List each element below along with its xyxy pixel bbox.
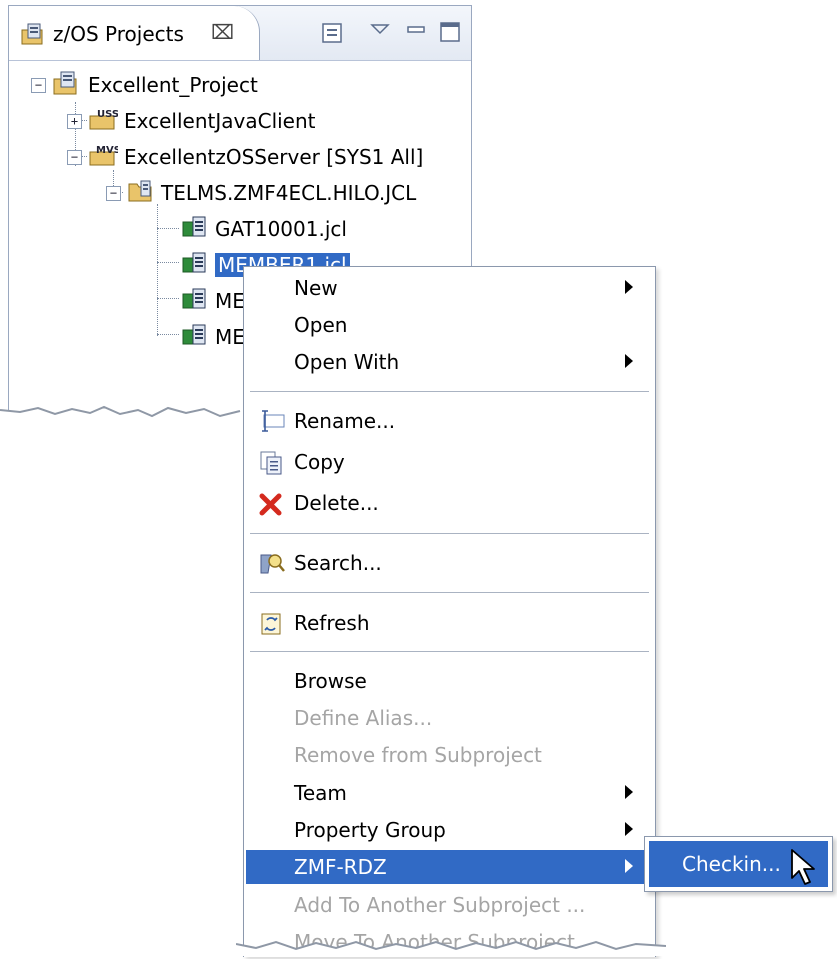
menu-item-define-alias: Define Alias...: [294, 706, 433, 730]
close-icon[interactable]: ⌧: [211, 20, 234, 44]
menu-item-delete[interactable]: Delete...: [246, 486, 653, 520]
refresh-icon: [258, 611, 286, 642]
collapse-all-icon[interactable]: [321, 21, 345, 50]
collapse-toggle-icon[interactable]: −: [67, 149, 82, 165]
submenu-arrow-icon: [625, 785, 633, 799]
project-folder-icon: [52, 70, 82, 101]
menu-separator: [250, 592, 649, 594]
tree-item-dataset[interactable]: − TELMS.ZMF4ECL.HILO.JCL: [106, 178, 416, 208]
jcl-member-icon: [181, 250, 209, 281]
search-icon: [258, 551, 286, 582]
expand-toggle-icon[interactable]: +: [67, 113, 82, 129]
view-tab-bar: z/OS Projects ⌧: [9, 6, 471, 61]
menu-item-search[interactable]: Search...: [246, 546, 653, 580]
maximize-icon[interactable]: [439, 21, 461, 48]
svg-text:USS: USS: [97, 109, 118, 120]
menu-item-remove-from-subproject: Remove from Subproject: [294, 743, 542, 767]
menu-item-team[interactable]: Team: [246, 776, 653, 810]
tree-item-label: ExcellentzOSServer [SYS1 All]: [124, 145, 424, 169]
menu-item-property-group[interactable]: Property Group: [246, 813, 653, 847]
submenu-arrow-icon: [625, 354, 633, 368]
tree-item-server[interactable]: − MVS ExcellentzOSServer [SYS1 All]: [67, 142, 423, 172]
tree-item-label: Excellent_Project: [88, 73, 258, 97]
tab-zos-projects[interactable]: z/OS Projects ⌧: [9, 6, 260, 60]
tree-item-member[interactable]: ME: [181, 286, 245, 316]
dataset-folder-icon: [127, 178, 155, 209]
delete-icon: [258, 491, 284, 522]
zos-projects-icon: [19, 22, 47, 51]
menu-item-rename[interactable]: Rename...: [246, 404, 653, 438]
minimize-icon[interactable]: [406, 21, 428, 46]
tab-title: z/OS Projects: [53, 22, 184, 46]
uss-project-icon: USS: [88, 106, 119, 137]
torn-edge-decoration: [236, 940, 666, 956]
tree-item-project[interactable]: − Excellent_Project: [31, 70, 258, 100]
tree-item-label: ExcellentJavaClient: [124, 109, 316, 133]
menu-item-refresh[interactable]: Refresh: [246, 606, 653, 640]
svg-text:MVS: MVS: [96, 145, 118, 156]
menu-item-open[interactable]: Open: [246, 308, 653, 342]
jcl-member-icon: [181, 322, 209, 353]
mouse-pointer-icon: [791, 849, 815, 885]
tree-item-member[interactable]: ME: [181, 322, 245, 352]
menu-separator: [250, 651, 649, 653]
menu-item-browse[interactable]: Browse: [246, 664, 653, 698]
jcl-member-icon: [181, 286, 209, 317]
view-menu-icon[interactable]: [369, 21, 391, 46]
submenu-arrow-icon: [625, 280, 633, 294]
rename-icon: [258, 409, 286, 438]
mvs-project-icon: MVS: [88, 142, 121, 173]
menu-item-zmf-rdz[interactable]: ZMF-RDZ: [246, 850, 653, 884]
collapse-toggle-icon[interactable]: −: [106, 185, 121, 201]
submenu-arrow-icon: [625, 822, 633, 836]
tree-item-label: TELMS.ZMF4ECL.HILO.JCL: [161, 181, 417, 205]
menu-separator: [250, 533, 649, 535]
menu-item-open-with[interactable]: Open With: [246, 345, 653, 379]
menu-item-add-to-another-subproject: Add To Another Subproject ...: [294, 893, 586, 917]
tree-item-label: ME: [215, 289, 245, 313]
tree-item-label: GAT10001.jcl: [215, 217, 347, 241]
menu-item-copy[interactable]: Copy: [246, 445, 653, 479]
menu-item-new[interactable]: New: [246, 271, 653, 305]
copy-icon: [258, 450, 286, 481]
menu-separator: [250, 391, 649, 393]
jcl-member-icon: [181, 214, 209, 245]
collapse-toggle-icon[interactable]: −: [31, 77, 46, 93]
tree-item-member[interactable]: GAT10001.jcl: [181, 214, 347, 244]
submenu-arrow-icon: [625, 859, 633, 873]
tree-item-label: ME: [215, 325, 245, 349]
tree-item-java-client[interactable]: + USS ExcellentJavaClient: [67, 106, 316, 136]
context-menu: New Open Open With Rename... Copy Delete…: [243, 266, 656, 957]
